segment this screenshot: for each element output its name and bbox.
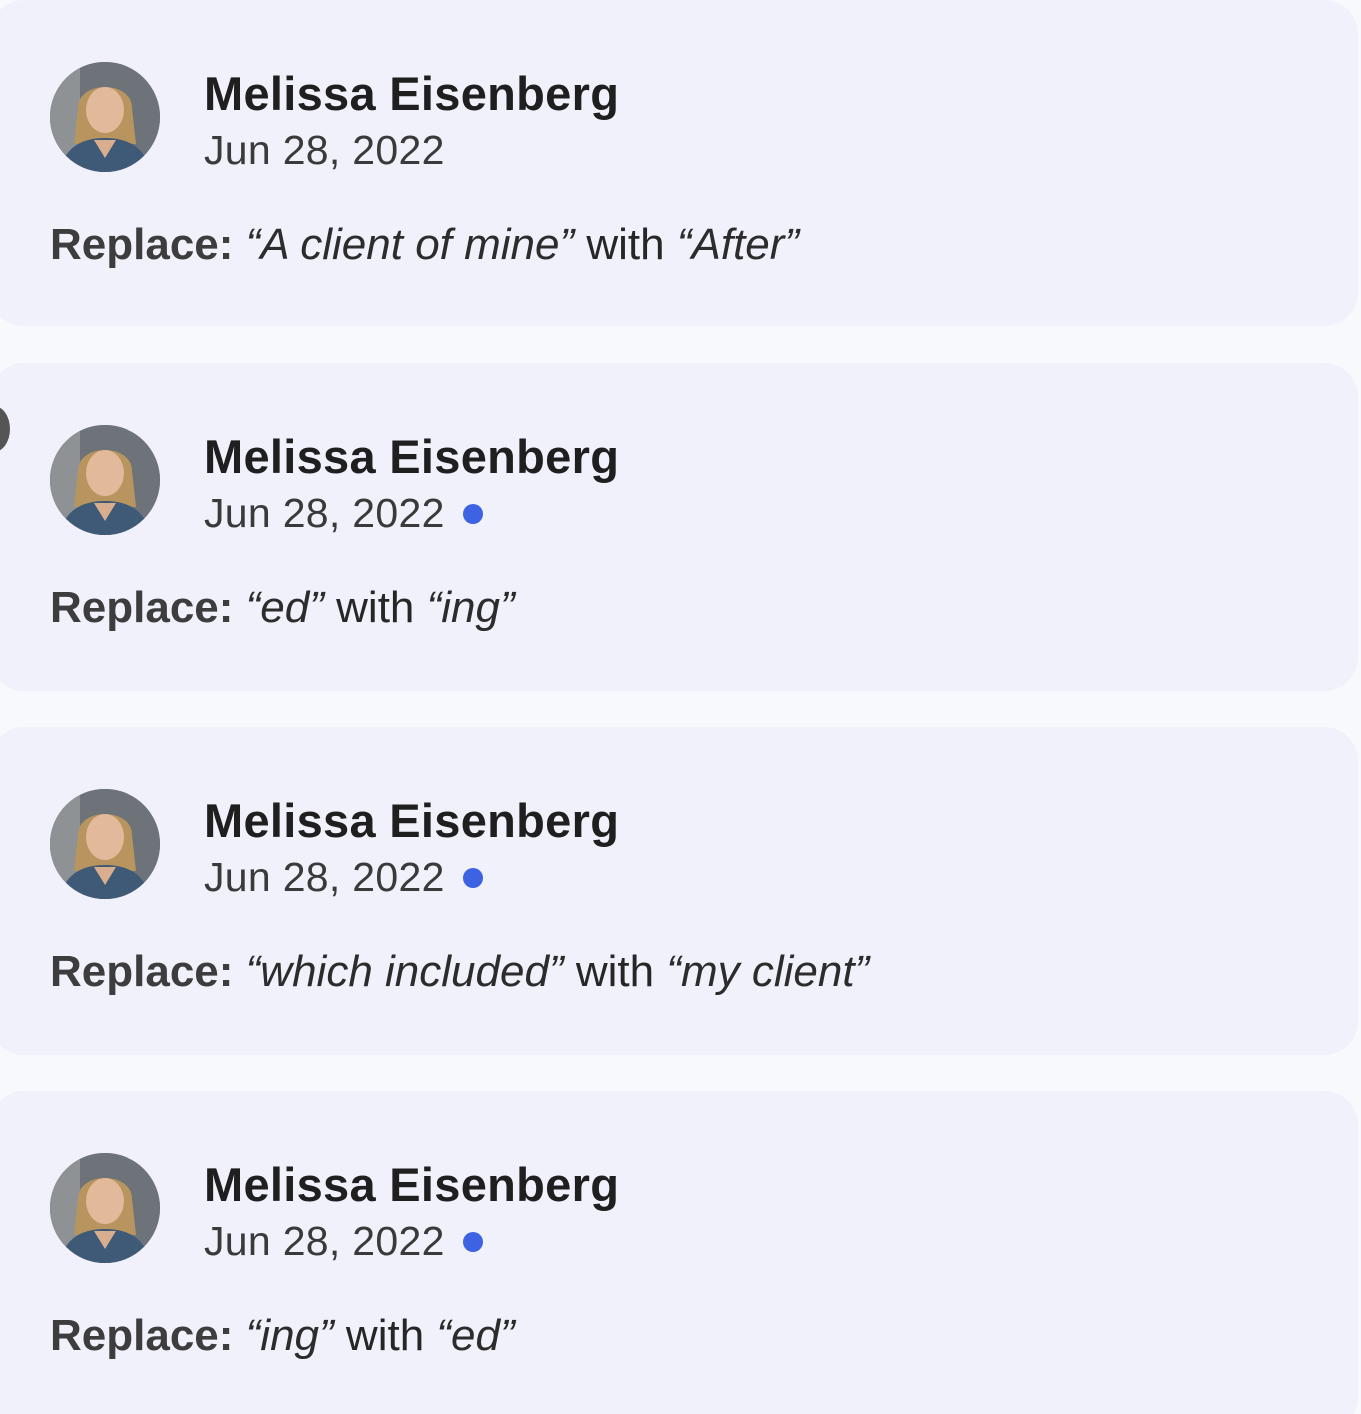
suggestion-card[interactable]: Melissa Eisenberg Jun 28, 2022 Replace: … [0,0,1358,326]
comment-date: Jun 28, 2022 [204,490,445,536]
suggestion-text: Replace: “A client of mine” with “After” [50,220,799,270]
original-text: “ed” [245,583,324,632]
avatar-photo [50,1153,160,1263]
avatar[interactable] [50,1153,160,1263]
connector-text: with [586,220,665,269]
comment-meta: Jun 28, 2022 [204,490,483,537]
unread-dot-icon [462,867,483,888]
suggestion-card[interactable]: Melissa Eisenberg Jun 28, 2022 Replace: … [0,727,1358,1055]
author-name: Melissa Eisenberg [204,794,620,847]
comment-meta: Jun 28, 2022 [204,854,483,901]
avatar-photo [50,789,160,899]
connector-text: with [345,1311,425,1360]
comment-meta: Jun 28, 2022 [204,1218,483,1265]
replacement-text: “After” [676,220,800,269]
author-name: Melissa Eisenberg [204,430,620,483]
comment-date: Jun 28, 2022 [204,127,445,173]
avatar[interactable] [50,789,160,899]
suggestion-card[interactable]: Melissa Eisenberg Jun 28, 2022 Replace: … [0,1091,1358,1414]
connector-text: with [336,583,415,632]
suggestion-feed: Melissa Eisenberg Jun 28, 2022 Replace: … [0,0,1361,1414]
replacement-text: “ing” [426,583,515,632]
original-text: “A client of mine” [245,220,575,269]
comment-meta: Jun 28, 2022 [204,127,445,174]
unread-dot-icon [462,1231,483,1252]
suggestion-text: Replace: “ed” with “ing” [50,583,515,633]
comment-date: Jun 28, 2022 [204,854,445,900]
avatar[interactable] [50,62,160,172]
original-text: “ing” [245,1311,334,1360]
action-label: Replace: [50,220,234,269]
comment-date: Jun 28, 2022 [204,1218,445,1264]
author-name: Melissa Eisenberg [204,1158,620,1211]
avatar-photo [50,62,160,172]
replacement-text: “my client” [666,947,870,996]
suggestion-text: Replace: “ing” with “ed” [50,1311,515,1361]
connector-text: with [575,947,655,996]
unread-dot-icon [462,503,483,524]
author-name: Melissa Eisenberg [204,67,620,120]
action-label: Replace: [50,947,234,996]
suggestion-text: Replace: “which included” with “my clien… [50,947,869,997]
action-label: Replace: [50,583,234,632]
original-text: “which included” [245,947,564,996]
replacement-text: “ed” [436,1311,515,1360]
avatar[interactable] [50,425,160,535]
suggestion-card[interactable]: Melissa Eisenberg Jun 28, 2022 Replace: … [0,363,1358,691]
action-label: Replace: [50,1311,234,1360]
avatar-photo [50,425,160,535]
